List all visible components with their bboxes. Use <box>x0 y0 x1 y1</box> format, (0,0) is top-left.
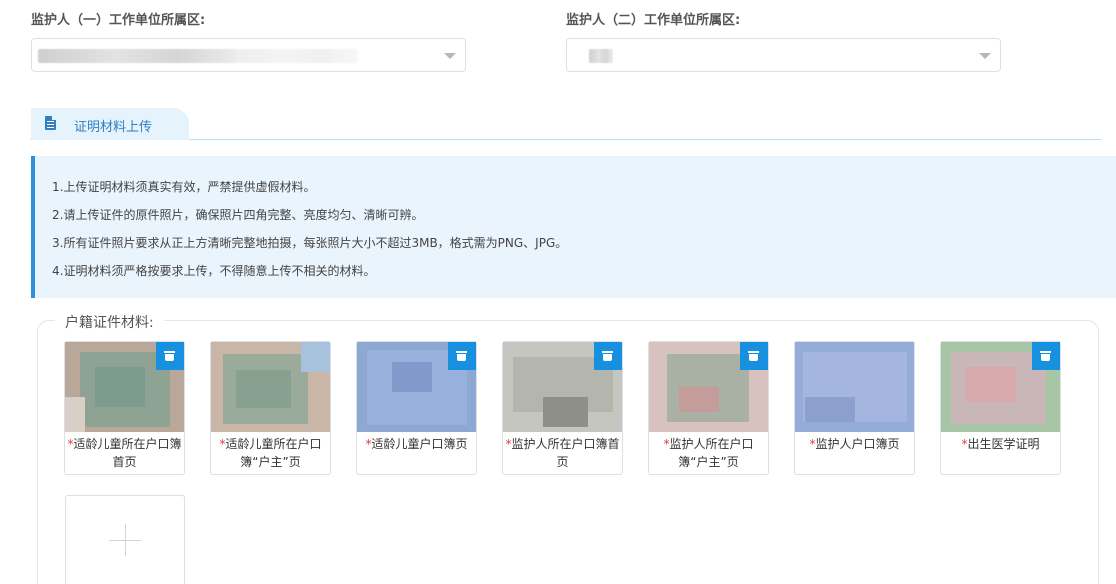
uploaded-photo <box>211 342 330 432</box>
notice-line: 2.请上传证件的原件照片，确保照片四角完整、亮度均匀、清晰可辨。 <box>52 208 424 222</box>
upload-card[interactable]: *监护人所在户口簿首页 <box>502 341 623 475</box>
upload-card-label: *监护人户口簿页 <box>809 437 900 451</box>
household-material-title: 户籍证件材料: <box>55 312 164 332</box>
upload-card[interactable]: *监护人所在户口簿“户主”页 <box>648 341 769 475</box>
delete-icon[interactable] <box>740 342 768 370</box>
tab-divider <box>30 139 1102 140</box>
tab-label: 证明材料上传 <box>74 120 153 135</box>
chevron-down-icon[interactable] <box>444 53 456 59</box>
upload-card[interactable]: *适龄儿童户口簿页 <box>356 341 477 475</box>
redacted-value <box>238 49 358 63</box>
delete-icon[interactable] <box>156 342 184 370</box>
upload-card-label: *适龄儿童所在户口簿首页 <box>67 437 182 469</box>
upload-card-label: *监护人所在户口簿“户主”页 <box>663 437 754 469</box>
upload-card-label: *监护人所在户口簿首页 <box>505 437 620 469</box>
delete-icon[interactable] <box>1032 342 1060 370</box>
tab-material-upload[interactable]: 证明材料上传 <box>31 108 189 140</box>
redacted-value <box>38 49 238 63</box>
guardian2-district-label: 监护人（二）工作单位所属区: <box>566 13 741 28</box>
upload-notice: 1.上传证明材料须真实有效，严禁提供虚假材料。 2.请上传证件的原件照片，确保照… <box>31 156 1116 298</box>
notice-line: 1.上传证明材料须真实有效，严禁提供虚假材料。 <box>52 180 316 194</box>
notice-line: 4.证明材料须严格按要求上传，不得随意上传不相关的材料。 <box>52 264 376 278</box>
guardian1-district-select[interactable] <box>31 38 466 72</box>
upload-card[interactable]: *出生医学证明 <box>940 341 1061 475</box>
upload-card-label: *适龄儿童所在户口簿“户主”页 <box>219 437 322 469</box>
upload-card-label: *出生医学证明 <box>961 437 1040 451</box>
notice-line: 3.所有证件照片要求从正上方清晰完整地拍摄，每张照片大小不超过3MB，格式需为P… <box>52 236 568 250</box>
guardian1-district-label: 监护人（一）工作单位所属区: <box>31 13 206 28</box>
upload-card-label: *适龄儿童户口簿页 <box>365 437 468 451</box>
delete-icon[interactable] <box>594 342 622 370</box>
upload-card[interactable]: *监护人户口簿页 <box>794 341 915 475</box>
delete-icon[interactable] <box>448 342 476 370</box>
chevron-down-icon[interactable] <box>979 53 991 59</box>
upload-card[interactable]: *适龄儿童所在户口簿首页 <box>64 341 185 475</box>
redacted-value <box>589 49 613 63</box>
document-icon <box>45 116 56 130</box>
uploaded-photo <box>795 342 914 432</box>
guardian2-district-select[interactable] <box>566 38 1001 72</box>
upload-card[interactable]: *适龄儿童所在户口簿“户主”页 <box>210 341 331 475</box>
add-upload-button[interactable] <box>65 495 185 584</box>
